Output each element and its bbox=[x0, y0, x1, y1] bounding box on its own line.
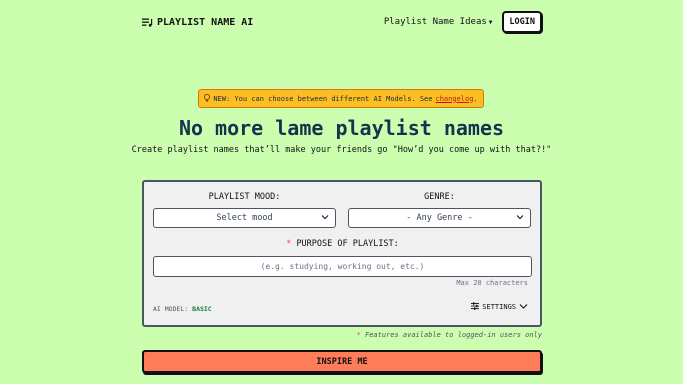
generator-form: PLAYLIST MOOD: Select mood GENRE: - Any … bbox=[142, 180, 542, 327]
footnote-text: Features available to logged-in users on… bbox=[364, 331, 542, 339]
nav-actions: Playlist Name Ideas ▼ LOGIN bbox=[384, 11, 542, 33]
mood-select[interactable]: Select mood bbox=[153, 208, 336, 228]
ai-model-label: AI MODEL: bbox=[153, 305, 189, 313]
changelog-link[interactable]: changelog bbox=[436, 95, 474, 103]
purpose-label-row: * PURPOSE OF PLAYLIST: bbox=[153, 239, 532, 249]
purpose-label: PURPOSE OF PLAYLIST: bbox=[296, 239, 399, 249]
footnote-asterisk: * bbox=[356, 331, 361, 339]
brand-link[interactable]: PLAYLIST NAME AI bbox=[142, 17, 253, 28]
brand-name: PLAYLIST NAME AI bbox=[157, 16, 254, 28]
settings-label: SETTINGS bbox=[482, 303, 516, 311]
mood-label: PLAYLIST MOOD: bbox=[208, 192, 281, 202]
inspire-me-button[interactable]: INSPIRE ME bbox=[142, 350, 542, 373]
chevron-down-icon bbox=[321, 213, 329, 224]
max-characters-hint: Max 20 characters bbox=[456, 279, 528, 287]
top-nav: PLAYLIST NAME AI Playlist Name Ideas ▼ L… bbox=[142, 11, 542, 33]
banner-suffix: . bbox=[473, 94, 478, 103]
ai-model-value: BASIC bbox=[192, 305, 212, 313]
chevron-down-icon bbox=[516, 213, 524, 224]
login-footnote: * Features available to logged-in users … bbox=[142, 331, 542, 339]
purpose-input[interactable] bbox=[153, 256, 532, 277]
page-title: No more lame playlist names bbox=[178, 116, 505, 140]
lightbulb-icon bbox=[204, 93, 211, 104]
genre-select-value: - Any Genre - bbox=[406, 213, 473, 223]
ai-model-indicator: AI MODEL: BASIC bbox=[153, 305, 212, 313]
genre-select[interactable]: - Any Genre - bbox=[348, 208, 531, 228]
playlist-name-ideas-dropdown[interactable]: Playlist Name Ideas ▼ bbox=[384, 17, 493, 27]
banner-text: NEW: You can choose between different AI… bbox=[213, 94, 433, 103]
playlist-icon bbox=[142, 18, 153, 27]
required-asterisk: * bbox=[286, 239, 292, 249]
login-button[interactable]: LOGIN bbox=[502, 11, 542, 33]
playlist-name-ideas-label: Playlist Name Ideas bbox=[383, 17, 487, 27]
page-subtitle: Create playlist names that’ll make your … bbox=[131, 145, 552, 155]
chevron-down-icon bbox=[519, 302, 528, 312]
mood-select-value: Select mood bbox=[216, 213, 273, 223]
new-feature-banner: NEW: You can choose between different AI… bbox=[198, 89, 484, 108]
caret-down-icon: ▼ bbox=[488, 18, 493, 26]
genre-label: GENRE: bbox=[424, 192, 455, 202]
settings-toggle[interactable]: SETTINGS bbox=[471, 302, 528, 312]
sliders-icon bbox=[471, 302, 480, 312]
